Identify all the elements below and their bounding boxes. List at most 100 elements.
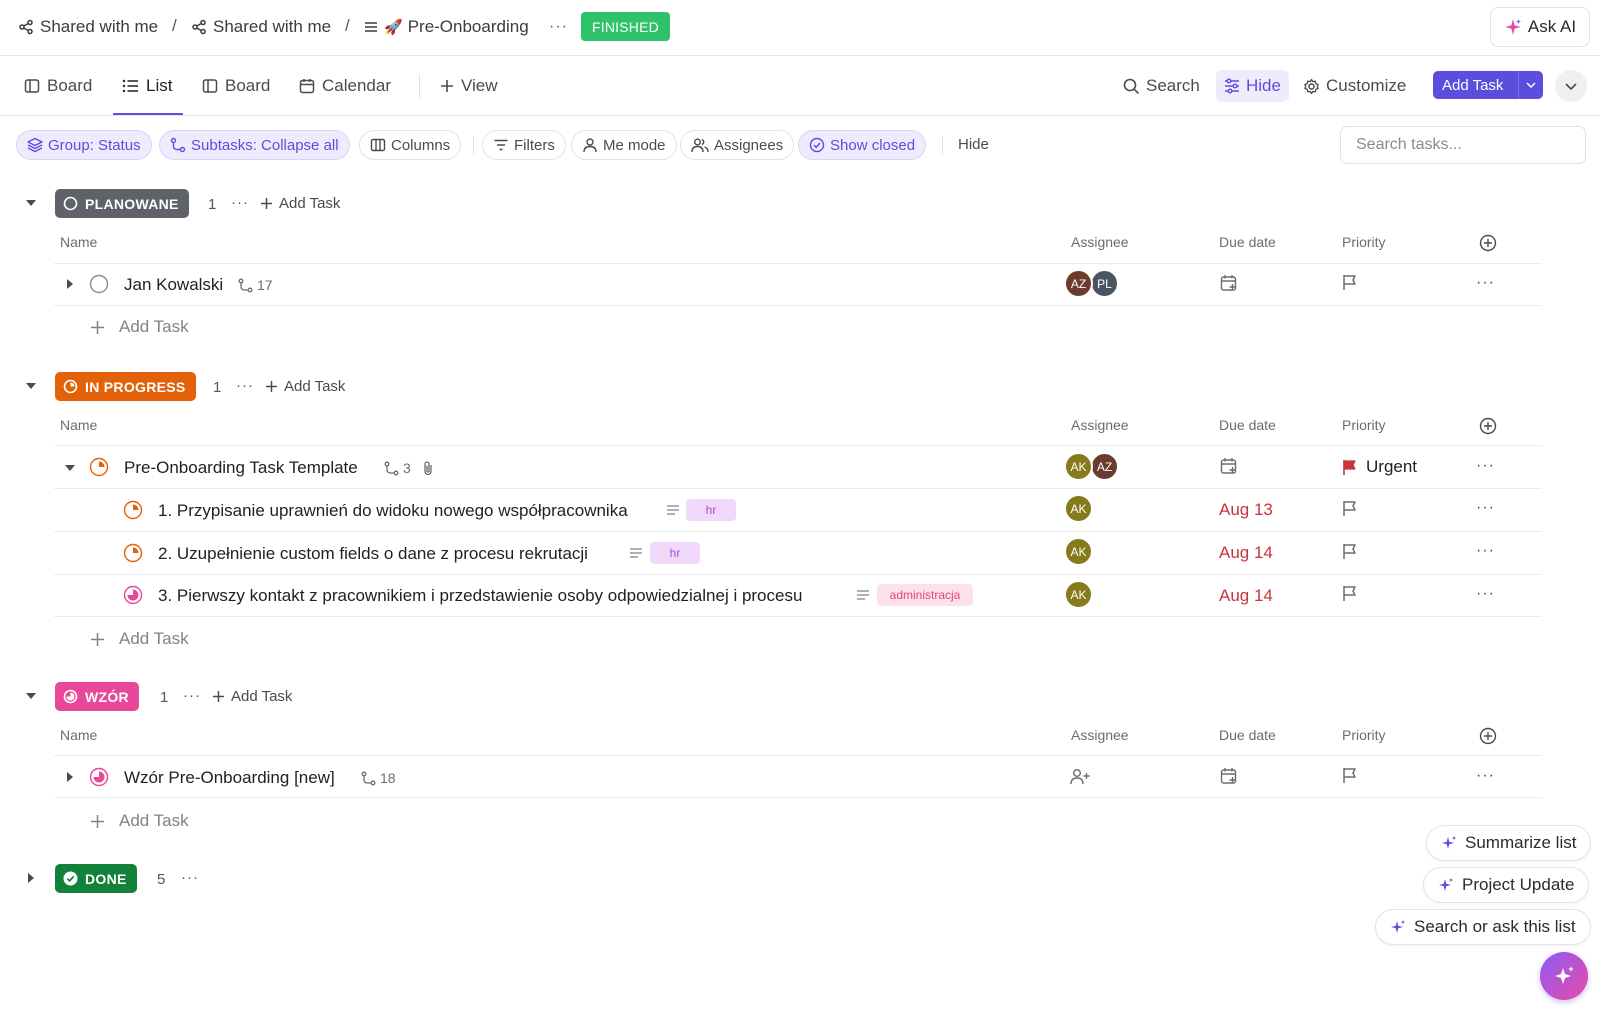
task-name[interactable]: Pre-Onboarding Task Template (124, 458, 358, 478)
breadcrumb-list[interactable]: 🚀 Pre-Onboarding (364, 16, 529, 38)
status-wzor-icon[interactable] (123, 585, 143, 605)
add-column-icon[interactable] (1479, 417, 1497, 435)
flag-icon[interactable] (1342, 585, 1357, 602)
subtask-count[interactable]: 17 (238, 277, 273, 293)
ai-assistant-button[interactable] (1540, 952, 1588, 1000)
flag-icon[interactable] (1342, 274, 1357, 291)
column-header-assignee[interactable]: Assignee (1071, 727, 1129, 743)
me-mode-chip[interactable]: Me mode (571, 130, 677, 160)
subtasks-chip[interactable]: Subtasks: Collapse all (159, 130, 350, 160)
subtask-count[interactable]: 18 (361, 770, 396, 786)
group-more-button[interactable]: ··· (236, 377, 254, 394)
calendar-add-icon[interactable] (1220, 274, 1238, 292)
column-header-priority[interactable]: Priority (1342, 234, 1386, 250)
filters-chip[interactable]: Filters (482, 130, 566, 160)
task-more-button[interactable]: ··· (1476, 585, 1495, 603)
group-add-task-button[interactable]: Add Task (265, 378, 345, 395)
show-closed-chip[interactable]: Show closed (798, 130, 927, 160)
summarize-list-button[interactable]: Summarize list (1426, 825, 1592, 861)
columns-chip[interactable]: Columns (359, 130, 462, 160)
flag-icon[interactable] (1342, 543, 1357, 560)
collapse-group-button[interactable] (24, 689, 38, 703)
status-wzor-icon[interactable] (89, 767, 109, 787)
add-task-button[interactable]: Add Task (1433, 71, 1543, 99)
due-date[interactable]: Aug 14 (1219, 543, 1273, 563)
list-more-button[interactable]: ··· (549, 16, 568, 38)
column-header-assignee[interactable]: Assignee (1071, 234, 1129, 250)
project-update-button[interactable]: Project Update (1423, 867, 1590, 903)
status-in-progress-icon[interactable] (123, 543, 143, 563)
status-group-pill[interactable]: WZÓR (55, 682, 139, 711)
subtask-name[interactable]: 2. Uzupełnienie custom fields o dane z p… (158, 544, 588, 564)
avatar[interactable]: PL (1090, 269, 1119, 298)
tag-hr[interactable]: hr (686, 499, 736, 521)
search-ask-list-button[interactable]: Search or ask this list (1375, 909, 1591, 945)
assignees-chip[interactable]: Assignees (680, 130, 795, 160)
task-more-button[interactable]: ··· (1476, 767, 1495, 785)
subtask-count[interactable]: 3 (384, 460, 411, 476)
chevron-down-icon[interactable] (1519, 82, 1543, 88)
tag-administracja[interactable]: administracja (877, 584, 973, 606)
status-group-pill[interactable]: IN PROGRESS (55, 372, 196, 401)
add-task-row[interactable]: Add Task (90, 629, 189, 649)
calendar-add-icon[interactable] (1220, 457, 1238, 475)
column-header-priority[interactable]: Priority (1342, 727, 1386, 743)
avatar[interactable]: AK (1064, 580, 1093, 609)
search-button[interactable]: Search (1123, 70, 1200, 102)
due-date[interactable]: Aug 14 (1219, 586, 1273, 606)
avatar[interactable]: AZ (1090, 452, 1119, 481)
tab-list[interactable]: List (122, 74, 172, 98)
task-name[interactable]: Wzór Pre-Onboarding [new] (124, 768, 335, 788)
group-add-task-button[interactable]: Add Task (260, 195, 340, 212)
task-name[interactable]: Jan Kowalski (124, 275, 223, 295)
ask-ai-button[interactable]: Ask AI (1490, 7, 1590, 47)
add-task-row[interactable]: Add Task (90, 317, 189, 337)
add-column-icon[interactable] (1479, 727, 1497, 745)
group-add-task-button[interactable]: Add Task (212, 688, 292, 705)
add-task-row[interactable]: Add Task (90, 811, 189, 831)
column-header-due[interactable]: Due date (1219, 234, 1276, 250)
collapse-group-button[interactable] (24, 379, 38, 393)
priority-urgent[interactable]: Urgent (1342, 457, 1417, 477)
status-badge[interactable]: FINISHED (581, 12, 670, 41)
subtask-name[interactable]: 1. Przypisanie uprawnień do widoku noweg… (158, 501, 628, 521)
breadcrumb-item[interactable]: Shared with me (191, 16, 331, 38)
avatar[interactable]: AK (1064, 537, 1093, 566)
collapse-group-button[interactable] (24, 196, 38, 210)
expand-task-button[interactable] (64, 771, 76, 783)
avatar[interactable]: AZ (1064, 269, 1093, 298)
group-more-button[interactable]: ··· (181, 869, 199, 886)
add-assignee-icon[interactable] (1070, 768, 1090, 785)
status-group-pill[interactable]: DONE (55, 864, 137, 893)
calendar-add-icon[interactable] (1220, 767, 1238, 785)
tab-board[interactable]: Board (202, 74, 270, 98)
group-more-button[interactable]: ··· (183, 687, 201, 704)
tab-board[interactable]: Board (24, 74, 92, 98)
status-open-icon[interactable] (89, 274, 109, 294)
collapse-header-button[interactable] (1555, 70, 1587, 102)
subtask-name[interactable]: 3. Pierwszy kontakt z pracownikiem i prz… (158, 586, 802, 606)
customize-button[interactable]: Customize (1303, 70, 1406, 102)
avatar[interactable]: AK (1064, 452, 1093, 481)
collapse-task-button[interactable] (64, 462, 76, 474)
group-by-chip[interactable]: Group: Status (16, 130, 152, 160)
tab-calendar[interactable]: Calendar (299, 74, 391, 98)
add-view-button[interactable]: View (440, 74, 498, 98)
flag-icon[interactable] (1342, 767, 1357, 784)
hide-button[interactable]: Hide (1216, 70, 1289, 102)
tag-hr[interactable]: hr (650, 542, 700, 564)
hide-filter-button[interactable]: Hide (958, 136, 989, 153)
due-date[interactable]: Aug 13 (1219, 500, 1273, 520)
expand-task-button[interactable] (64, 278, 76, 290)
column-header-priority[interactable]: Priority (1342, 417, 1386, 433)
task-more-button[interactable]: ··· (1476, 274, 1495, 292)
column-header-due[interactable]: Due date (1219, 727, 1276, 743)
search-tasks-input[interactable] (1340, 126, 1586, 164)
status-in-progress-icon[interactable] (123, 500, 143, 520)
column-header-due[interactable]: Due date (1219, 417, 1276, 433)
task-more-button[interactable]: ··· (1476, 542, 1495, 560)
add-column-icon[interactable] (1479, 234, 1497, 252)
task-more-button[interactable]: ··· (1476, 499, 1495, 517)
column-header-assignee[interactable]: Assignee (1071, 417, 1129, 433)
expand-group-button[interactable] (24, 871, 38, 885)
